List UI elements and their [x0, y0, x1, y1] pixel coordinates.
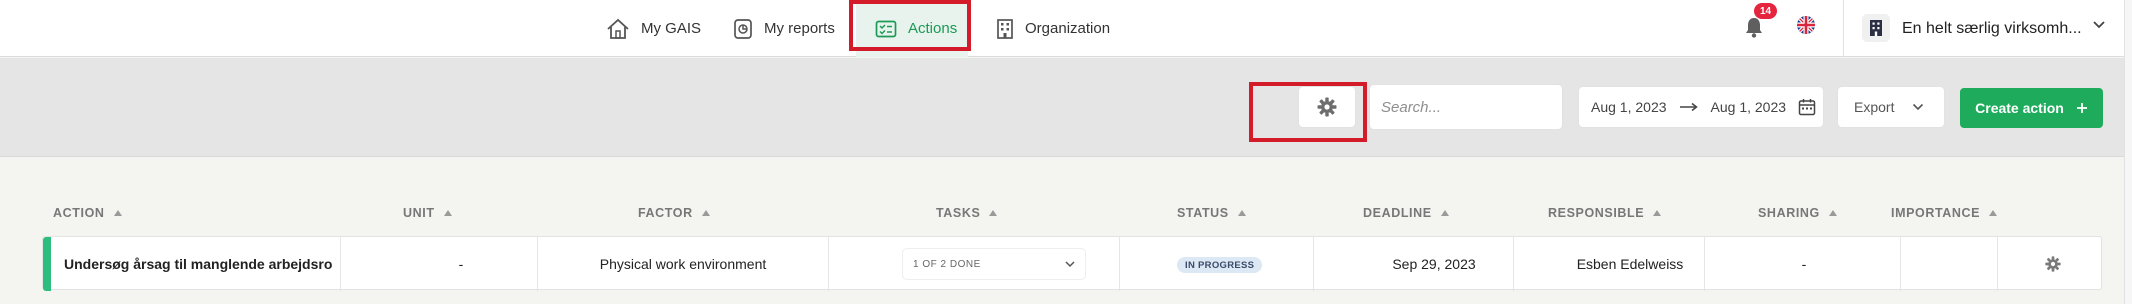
organization-name: En helt særlig virksomh...	[1902, 19, 2082, 37]
date-range-picker[interactable]: Aug 1, 2023 Aug 1, 2023	[1579, 87, 1823, 127]
sort-asc-icon	[1653, 210, 1662, 216]
sort-asc-icon	[443, 210, 452, 216]
search-placeholder: Search...	[1381, 98, 1442, 116]
building-icon	[997, 18, 1013, 39]
arrow-right-icon	[1679, 102, 1698, 112]
cell-divider	[1997, 237, 1998, 291]
cell-factor: Physical work environment	[538, 237, 828, 291]
table-header-row: ACTION UNIT FACTOR TASKS STATUS DEADLINE…	[0, 200, 2132, 226]
sort-asc-icon	[1989, 210, 1998, 216]
export-dropdown[interactable]: Export	[1838, 87, 1944, 127]
vertical-scrollbar[interactable]	[2124, 0, 2132, 304]
cell-sharing: -	[1705, 237, 1903, 291]
create-action-button[interactable]: Create action	[1960, 88, 2103, 128]
column-label: ACTION	[53, 206, 105, 220]
organization-switcher[interactable]: En helt særlig virksomh...	[1902, 0, 2082, 57]
date-from: Aug 1, 2023	[1591, 99, 1667, 115]
search-input[interactable]: Search...	[1370, 85, 1562, 129]
uk-flag-icon	[1797, 16, 1815, 34]
nav-item-label: My reports	[764, 20, 835, 37]
gear-icon	[2045, 256, 2061, 272]
highlight-box-actions	[849, 0, 971, 51]
create-action-label: Create action	[1975, 100, 2064, 116]
column-label: DEADLINE	[1363, 206, 1432, 220]
building-icon	[1870, 20, 1882, 36]
home-icon	[607, 18, 629, 39]
plus-icon	[2076, 103, 2087, 113]
table-row[interactable]: Undersøg årsag til manglende arbejdsro -…	[42, 236, 2102, 291]
calendar-icon[interactable]	[1798, 98, 1816, 116]
column-label: STATUS	[1177, 206, 1229, 220]
sort-asc-icon	[989, 210, 998, 216]
cell-action[interactable]: Undersøg årsag til manglende arbejdsro	[64, 237, 364, 291]
sort-asc-icon	[701, 210, 710, 216]
column-label: TASKS	[936, 206, 981, 220]
column-label: FACTOR	[638, 206, 693, 220]
column-header-responsible[interactable]: RESPONSIBLE	[1548, 200, 1662, 226]
deadline-value: Sep 29, 2023	[1392, 256, 1476, 272]
column-label: SHARING	[1758, 206, 1820, 220]
tasks-dropdown[interactable]: 1 OF 2 DONE	[903, 249, 1085, 279]
sort-asc-icon	[1828, 210, 1837, 216]
column-label: UNIT	[403, 206, 435, 220]
column-header-importance[interactable]: IMPORTANCE	[1891, 200, 1998, 226]
column-header-tasks[interactable]: TASKS	[936, 200, 998, 226]
nav-item-my-reports[interactable]: My reports	[733, 0, 843, 57]
chevron-down-icon	[1913, 103, 1924, 111]
column-header-sharing[interactable]: SHARING	[1758, 200, 1837, 226]
column-header-factor[interactable]: FACTOR	[638, 200, 710, 226]
column-header-action[interactable]: ACTION	[53, 200, 122, 226]
nav-item-organization[interactable]: Organization	[996, 0, 1126, 57]
cell-importance	[1901, 237, 2031, 291]
language-selector[interactable]	[1797, 16, 1815, 34]
row-status-accent	[43, 237, 51, 291]
bell-icon	[1746, 18, 1762, 38]
unit-value: -	[458, 256, 464, 272]
responsible-value: Esben Edelweiss	[1576, 256, 1684, 272]
nav-item-label: Organization	[1025, 20, 1111, 37]
date-to: Aug 1, 2023	[1710, 99, 1787, 115]
cell-divider	[1119, 237, 1120, 291]
column-header-status[interactable]: STATUS	[1177, 200, 1246, 226]
chevron-down-icon[interactable]	[2092, 20, 2106, 30]
notification-badge: 14	[1754, 3, 1777, 19]
notifications-button[interactable]: 14	[1742, 3, 1777, 42]
sort-asc-icon	[1440, 210, 1449, 216]
reports-icon	[734, 18, 752, 39]
cell-divider	[828, 237, 829, 291]
organization-avatar	[1862, 14, 1890, 42]
tasks-progress: 1 OF 2 DONE	[913, 258, 981, 270]
status-badge: IN PROGRESS	[1177, 257, 1263, 273]
row-settings-button[interactable]	[2041, 237, 2065, 291]
export-label: Export	[1854, 99, 1895, 115]
column-label: RESPONSIBLE	[1548, 206, 1645, 220]
nav-item-label: My GAIS	[641, 20, 702, 37]
sharing-value: -	[1801, 256, 1807, 272]
header-divider	[1843, 0, 1844, 57]
column-header-deadline[interactable]: DEADLINE	[1363, 200, 1449, 226]
top-navigation-bar: My GAIS My reports Actions Organization	[0, 0, 2132, 57]
nav-item-my-gais[interactable]: My GAIS	[606, 0, 706, 57]
factor-value: Physical work environment	[599, 256, 767, 272]
sort-asc-icon	[1237, 210, 1246, 216]
column-label: IMPORTANCE	[1891, 206, 1981, 220]
column-header-unit[interactable]: UNIT	[403, 200, 452, 226]
sort-asc-icon	[113, 210, 122, 216]
action-title: Undersøg årsag til manglende arbejdsro	[64, 256, 333, 272]
highlight-box-settings	[1249, 82, 1367, 142]
chevron-down-icon	[1065, 260, 1075, 267]
